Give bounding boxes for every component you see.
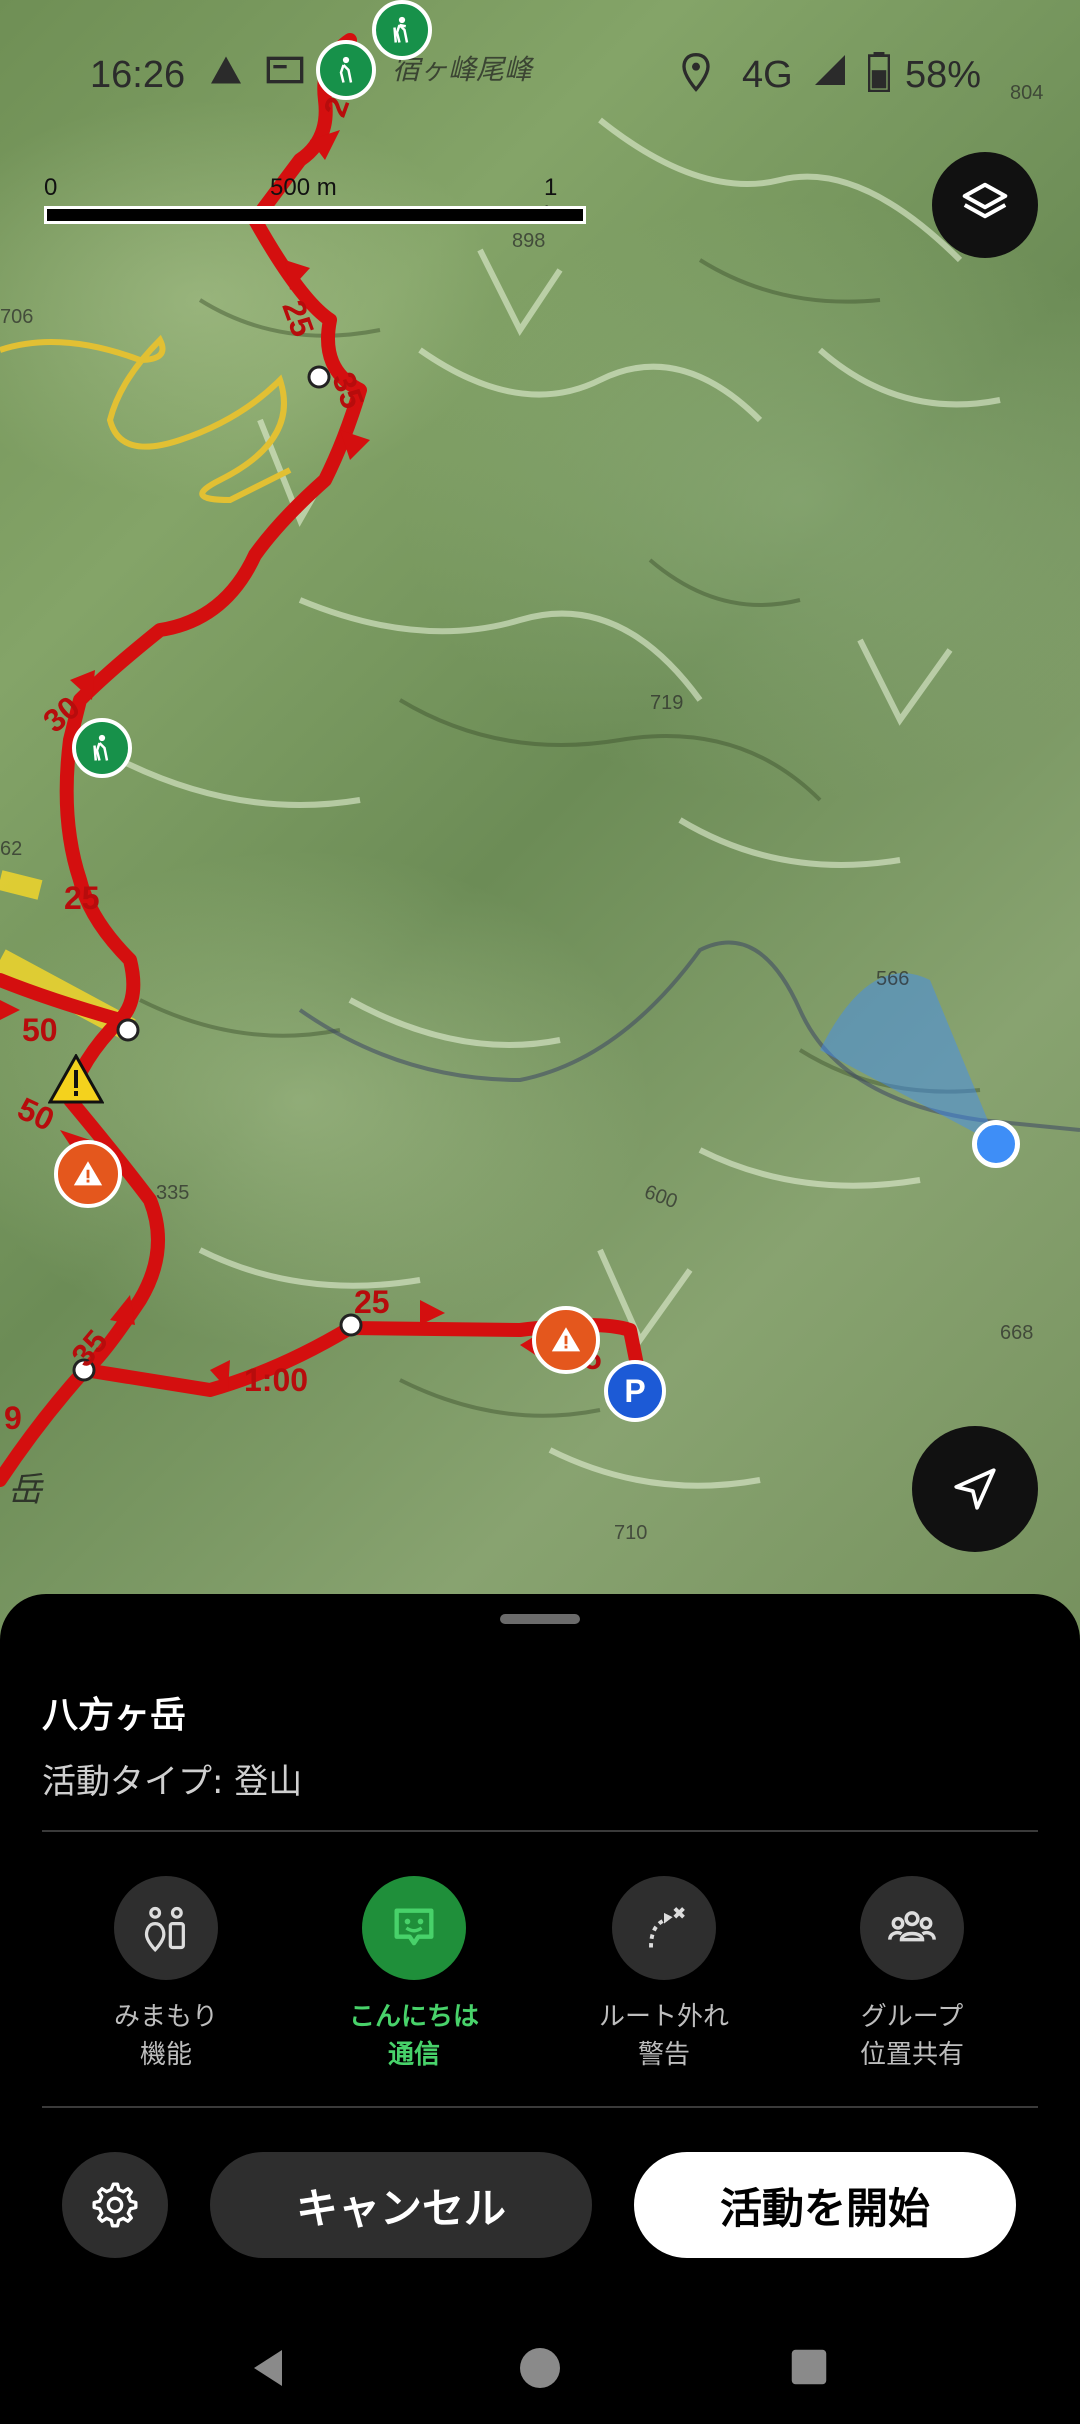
warning-icon bbox=[73, 1161, 103, 1186]
cancel-button[interactable]: キャンセル bbox=[210, 2152, 592, 2258]
status-time: 16:26 bbox=[90, 54, 186, 96]
scale-mid: 500 m bbox=[270, 174, 337, 201]
home-icon[interactable] bbox=[516, 2344, 564, 2392]
elevation-labels: 898 706 719 566 335 668 710 62 804 600 bbox=[0, 0, 1080, 1640]
parking-marker[interactable]: P bbox=[604, 1360, 666, 1422]
layers-button[interactable] bbox=[932, 152, 1038, 258]
hazard-sign[interactable] bbox=[47, 1052, 105, 1108]
warning-icon bbox=[551, 1327, 581, 1352]
current-location-dot bbox=[972, 1120, 1020, 1168]
off-route-icon bbox=[649, 1907, 685, 1948]
scale-zero: 0 bbox=[44, 174, 58, 201]
map-view[interactable]: 20 25 35 30 25 50 50 35 25 35 1:00 9 898… bbox=[0, 0, 1080, 1640]
elevation-label: 335 bbox=[156, 1182, 190, 1204]
feature-icon-circle bbox=[362, 1876, 466, 1980]
elevation-label: 706 bbox=[0, 306, 34, 328]
warning-marker[interactable] bbox=[54, 1140, 122, 1208]
feature-icon-circle bbox=[114, 1876, 218, 1980]
group-icon bbox=[888, 1911, 936, 1942]
recents-icon[interactable] bbox=[786, 2344, 832, 2390]
notification-icon bbox=[266, 56, 304, 84]
hiker-icon bbox=[93, 734, 109, 761]
feature-watch-over[interactable]: みまもり 機能 bbox=[56, 1876, 276, 2074]
elevation-label: 62 bbox=[0, 838, 23, 860]
start-activity-button[interactable]: 活動を開始 bbox=[634, 2152, 1016, 2258]
activity-bottom-sheet: 八方ヶ岳 活動タイプ: 登山 みまもり 機能 こんにちは 通信 ルート外れ 警告… bbox=[0, 1594, 1080, 2424]
elevation-label: 668 bbox=[1000, 1322, 1034, 1344]
feature-group-location[interactable]: グループ 位置共有 bbox=[802, 1876, 1022, 2074]
divider bbox=[42, 2106, 1038, 2108]
hello-chat-icon bbox=[394, 1908, 434, 1946]
elevation-label: 898 bbox=[512, 230, 546, 252]
elevation-label: 600 bbox=[641, 1180, 681, 1214]
signal-icon bbox=[815, 55, 845, 85]
scale-line bbox=[44, 206, 586, 224]
battery-icon bbox=[868, 52, 890, 92]
gear-icon bbox=[92, 2182, 138, 2228]
divider bbox=[42, 1830, 1038, 1832]
feature-label: こんにちは 通信 bbox=[348, 2002, 479, 2070]
feature-icon-circle bbox=[860, 1876, 964, 1980]
locate-me-button[interactable] bbox=[912, 1426, 1038, 1552]
feature-label: ルート外れ 警告 bbox=[598, 2002, 729, 2070]
elevation-label: 710 bbox=[614, 1522, 648, 1544]
warning-marker[interactable] bbox=[532, 1306, 600, 1374]
parking-icon: P bbox=[624, 1372, 646, 1409]
peak-label: 岳 bbox=[8, 1470, 42, 1510]
settings-button[interactable] bbox=[62, 2152, 168, 2258]
hazard-triangle-icon bbox=[47, 1052, 105, 1104]
watch-over-icon bbox=[144, 1906, 185, 1952]
network-type: 4G bbox=[742, 54, 793, 96]
feature-hello-chat[interactable]: こんにちは 通信 bbox=[304, 1876, 524, 2074]
navigation-arrow-icon bbox=[954, 1468, 996, 1510]
feature-label: グループ 位置共有 bbox=[859, 2002, 964, 2070]
system-nav-bar bbox=[0, 2314, 1080, 2424]
screen: 20 25 35 30 25 50 50 35 25 35 1:00 9 898… bbox=[0, 0, 1080, 2424]
elevation-label: 719 bbox=[650, 692, 684, 714]
route-name: 八方ヶ岳 bbox=[42, 1695, 187, 1736]
layers-icon bbox=[962, 182, 1008, 219]
sheet-drag-handle[interactable] bbox=[500, 1614, 580, 1624]
status-bar: 16:26 4G 58% bbox=[0, 40, 1080, 110]
elevation-label: 566 bbox=[876, 968, 910, 990]
feature-icon-circle bbox=[612, 1876, 716, 1980]
mountain-icon bbox=[211, 56, 241, 84]
hiker-marker[interactable] bbox=[72, 718, 132, 778]
feature-off-route[interactable]: ルート外れ 警告 bbox=[554, 1876, 774, 2074]
battery-level: 58% bbox=[905, 54, 982, 96]
feature-label: みまもり 機能 bbox=[113, 2002, 218, 2070]
activity-type: 活動タイプ: 登山 bbox=[42, 1762, 303, 1802]
location-icon bbox=[682, 52, 710, 92]
back-icon[interactable] bbox=[246, 2344, 294, 2392]
